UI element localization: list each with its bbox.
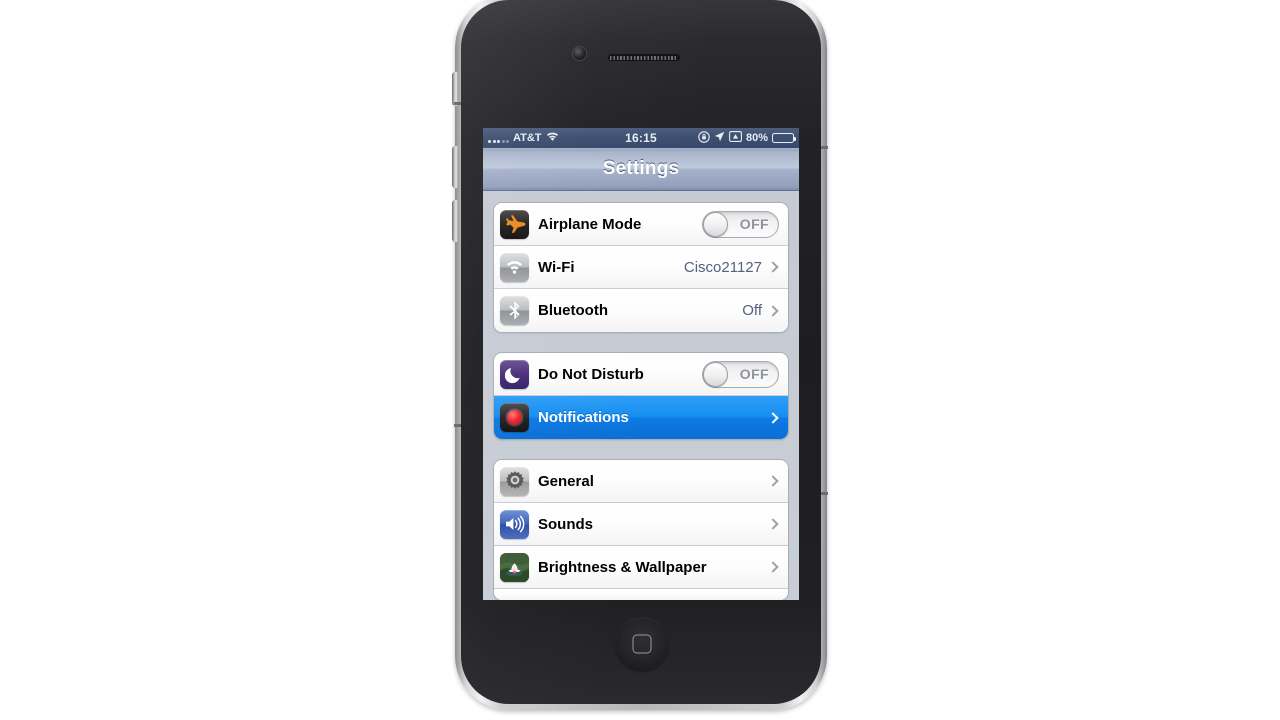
airplane-icon bbox=[500, 209, 529, 239]
flower-wallpaper-icon bbox=[500, 552, 529, 582]
battery-icon bbox=[772, 133, 797, 143]
do-not-disturb-toggle[interactable]: OFF bbox=[702, 360, 779, 388]
antenna-break-line bbox=[821, 492, 828, 495]
volume-down-button[interactable] bbox=[452, 200, 458, 242]
settings-row-bluetooth[interactable]: Bluetooth Off bbox=[494, 289, 788, 332]
speaker-icon bbox=[500, 509, 529, 539]
airplay-icon bbox=[729, 131, 742, 145]
page-title: Settings bbox=[602, 158, 680, 179]
settings-row-airplane-mode[interactable]: Airplane Mode OFF bbox=[494, 203, 788, 246]
antenna-break-line bbox=[821, 146, 828, 149]
bluetooth-icon bbox=[500, 296, 529, 325]
chevron-right-icon bbox=[767, 304, 779, 317]
settings-row-label: Airplane Mode bbox=[538, 215, 642, 233]
settings-row-value: Cisco21127 bbox=[683, 258, 762, 276]
toggle-state-label: OFF bbox=[739, 365, 769, 382]
location-arrow-icon bbox=[714, 131, 725, 145]
chevron-right-icon bbox=[767, 475, 779, 487]
chevron-right-icon bbox=[767, 261, 779, 273]
settings-row-partial-next[interactable] bbox=[494, 589, 788, 600]
settings-row-value: Off bbox=[742, 302, 762, 319]
status-bar: AT&T 16:15 80% bbox=[483, 128, 799, 148]
chevron-right-icon bbox=[767, 561, 779, 573]
screenshot-stage: AT&T 16:15 80% Settings Airplane Mode OF… bbox=[0, 0, 1280, 720]
settings-group-system: General Sounds Brightness & Wallpaper bbox=[493, 459, 789, 600]
earpiece-speaker-icon bbox=[608, 54, 680, 61]
volume-up-button[interactable] bbox=[452, 146, 458, 188]
rotation-lock-icon bbox=[698, 130, 710, 146]
settings-row-notifications[interactable]: Notifications bbox=[494, 396, 788, 439]
settings-row-label: Sounds bbox=[538, 515, 593, 533]
settings-row-wifi[interactable]: Wi-Fi Cisco21127 bbox=[494, 246, 788, 289]
moon-icon bbox=[500, 359, 529, 389]
home-button-square-icon bbox=[632, 634, 652, 654]
mute-switch[interactable] bbox=[452, 72, 458, 106]
settings-row-brightness-wallpaper[interactable]: Brightness & Wallpaper bbox=[494, 546, 788, 589]
iphone-device: AT&T 16:15 80% Settings Airplane Mode OF… bbox=[452, 0, 828, 710]
settings-group-connectivity: Airplane Mode OFF Wi-Fi Cisco21127 Bluet… bbox=[493, 202, 789, 333]
home-button[interactable] bbox=[615, 617, 669, 671]
front-camera-icon bbox=[573, 47, 586, 60]
settings-row-label: Brightness & Wallpaper bbox=[538, 558, 707, 576]
notifications-icon bbox=[500, 403, 529, 432]
settings-row-label: Notifications bbox=[538, 409, 629, 426]
phone-screen: AT&T 16:15 80% Settings Airplane Mode OF… bbox=[483, 128, 799, 600]
toggle-knob[interactable] bbox=[703, 211, 728, 237]
settings-row-label: Do Not Disturb bbox=[538, 365, 644, 383]
settings-group-alerts: Do Not Disturb OFF Notifications bbox=[493, 352, 789, 440]
toggle-state-label: OFF bbox=[739, 215, 769, 232]
chevron-right-icon bbox=[767, 518, 779, 530]
settings-row-label: General bbox=[538, 472, 594, 490]
status-bar-right: 80% bbox=[698, 130, 797, 146]
settings-row-do-not-disturb[interactable]: Do Not Disturb OFF bbox=[494, 353, 788, 396]
antenna-break-line bbox=[454, 424, 461, 427]
settings-table-view[interactable]: Airplane Mode OFF Wi-Fi Cisco21127 Bluet… bbox=[483, 191, 799, 600]
settings-row-label: Wi-Fi bbox=[538, 258, 575, 276]
time-label: 16:15 bbox=[625, 131, 657, 145]
battery-percent-label: 80% bbox=[745, 132, 768, 144]
wifi-icon bbox=[500, 252, 529, 282]
navigation-bar: Settings bbox=[483, 148, 799, 191]
gear-icon bbox=[500, 466, 529, 496]
settings-row-sounds[interactable]: Sounds bbox=[494, 503, 788, 546]
toggle-knob[interactable] bbox=[703, 361, 728, 387]
settings-row-label: Bluetooth bbox=[538, 302, 608, 319]
airplane-mode-toggle[interactable]: OFF bbox=[702, 210, 779, 238]
settings-row-general[interactable]: General bbox=[494, 460, 788, 503]
chevron-right-icon bbox=[767, 411, 779, 424]
antenna-break-line bbox=[454, 102, 461, 105]
